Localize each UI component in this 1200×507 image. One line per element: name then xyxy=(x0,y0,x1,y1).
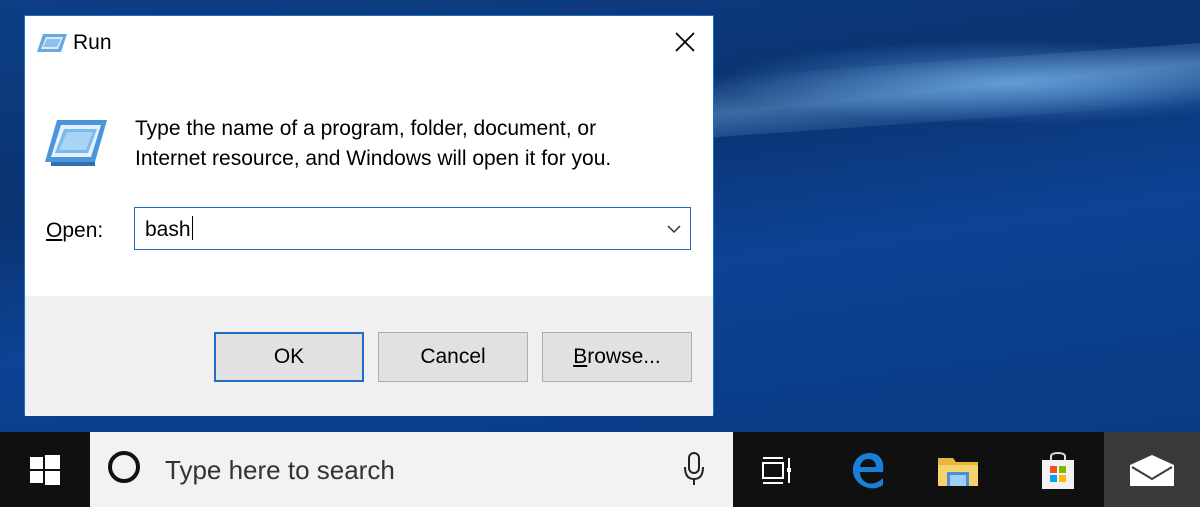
open-label-accelerator: O xyxy=(46,219,63,242)
open-input-value: bash xyxy=(145,218,191,241)
edge-icon xyxy=(852,452,884,488)
open-input[interactable]: bash xyxy=(145,216,193,242)
edge-button[interactable] xyxy=(823,432,913,507)
cortana-icon[interactable] xyxy=(108,451,140,483)
windows-logo-icon xyxy=(30,454,60,485)
dialog-button-bar: OK Cancel Browse... xyxy=(25,296,713,416)
combobox-dropdown-button[interactable] xyxy=(664,219,684,239)
open-label: Open: xyxy=(46,219,103,243)
store-button[interactable] xyxy=(1013,432,1103,507)
run-icon xyxy=(37,34,67,52)
dialog-titlebar[interactable]: Run xyxy=(25,16,713,68)
store-icon xyxy=(1042,451,1074,489)
dialog-title: Run xyxy=(73,31,112,54)
cancel-button[interactable]: Cancel xyxy=(378,332,528,382)
close-button[interactable] xyxy=(671,28,699,56)
start-button[interactable] xyxy=(0,432,90,507)
taskbar-search-box[interactable]: Type here to search xyxy=(90,432,733,507)
description-line-2: Internet resource, and Windows will open… xyxy=(135,147,612,170)
microphone-icon[interactable] xyxy=(682,451,706,487)
run-program-icon xyxy=(45,120,107,166)
browse-accelerator: B xyxy=(573,345,588,368)
open-label-text: pen: xyxy=(62,219,104,242)
task-view-icon xyxy=(762,456,791,484)
search-placeholder: Type here to search xyxy=(165,455,395,485)
mail-button[interactable] xyxy=(1104,432,1200,507)
text-caret xyxy=(191,216,193,240)
description-line-1: Type the name of a program, folder, docu… xyxy=(135,117,597,140)
wallpaper-light-beam xyxy=(698,41,1200,139)
browse-label: rowse... xyxy=(587,345,661,368)
run-dialog: Run Type the name of a program, folder, … xyxy=(24,15,714,416)
task-view-button[interactable] xyxy=(733,432,823,507)
ok-button[interactable]: OK xyxy=(214,332,364,382)
file-explorer-button[interactable] xyxy=(913,432,1003,507)
browse-button[interactable]: Browse... xyxy=(542,332,692,382)
folder-icon xyxy=(938,457,978,486)
close-icon xyxy=(675,32,695,52)
taskbar: Type here to search xyxy=(0,432,1200,507)
mail-icon xyxy=(1130,454,1174,486)
open-combobox[interactable]: bash xyxy=(134,207,691,250)
chevron-down-icon xyxy=(667,225,681,234)
dialog-description: Type the name of a program, folder, docu… xyxy=(135,114,611,174)
